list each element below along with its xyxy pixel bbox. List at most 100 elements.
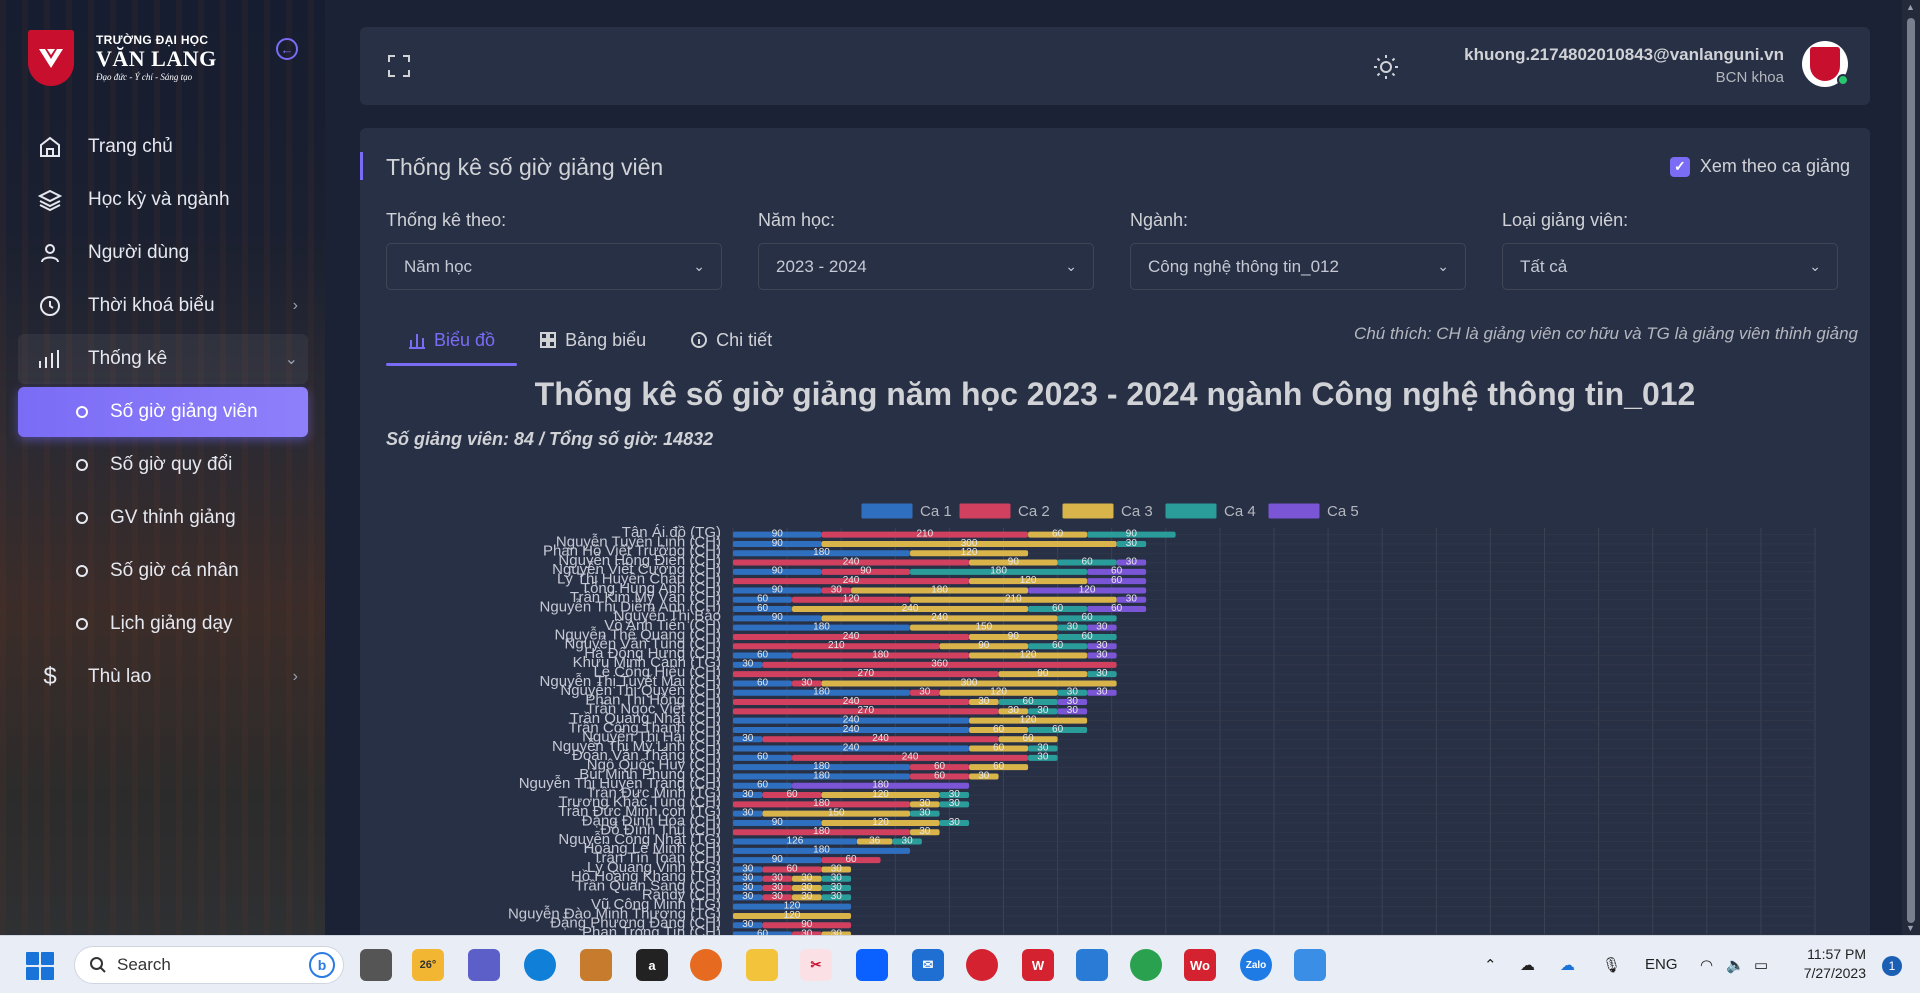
sidebar-item-remuneration[interactable]: $ Thù lao › [18, 652, 308, 702]
zalo-icon[interactable]: Zalo [1240, 949, 1272, 981]
circle-icon [76, 512, 88, 524]
chrome-icon[interactable] [1130, 949, 1162, 981]
bar-value-label: 240 [931, 612, 948, 623]
school-year-select[interactable]: 2023 - 2024 ⌄ [758, 243, 1094, 290]
sidebar-subitem-lecturer-hours[interactable]: Số giờ giảng viên [18, 387, 308, 437]
bar-value-label: 180 [931, 584, 948, 595]
cloud-icon[interactable]: ☁ [1520, 956, 1535, 974]
sidebar-item-home[interactable]: Trang chủ [18, 122, 308, 172]
bar-value-label: 120 [990, 687, 1007, 698]
tab-details[interactable]: Chi tiết [668, 318, 794, 362]
bar-value-label: 60 [1052, 529, 1064, 540]
snipping-icon[interactable] [580, 949, 612, 981]
amazon-icon[interactable]: a [636, 949, 668, 981]
dropbox-icon[interactable] [856, 949, 888, 981]
bar-value-label: 60 [845, 854, 857, 865]
user-email[interactable]: khuong.2174802010843@vanlanguni.vn [1464, 45, 1784, 65]
filter-label: Loại giảng viên: [1502, 210, 1629, 230]
bar-value-label: 60 [993, 724, 1005, 735]
wps-icon[interactable]: W [1022, 949, 1054, 981]
view-by-shift-toggle[interactable]: ✓ Xem theo ca giảng [1669, 156, 1850, 177]
snip-sketch-icon[interactable]: ✂ [800, 949, 832, 981]
bar-value-label: 240 [843, 742, 860, 753]
sun-icon[interactable] [1372, 53, 1400, 81]
sidebar-subitem-visiting-lecturers[interactable]: GV thỉnh giảng [18, 493, 308, 543]
bar-value-label: 30 [801, 891, 813, 902]
sidebar-item-label: Thống kê [88, 348, 168, 369]
vscode-icon[interactable] [1076, 949, 1108, 981]
major-select[interactable]: Công nghệ thông tin_012 ⌄ [1130, 243, 1466, 290]
university-logo-icon [1810, 47, 1840, 81]
grid-icon [540, 332, 557, 348]
bar-value-label: 210 [828, 640, 845, 651]
clock[interactable]: 11:57 PM 7/27/2023 [1804, 945, 1866, 983]
checkbox-checked-icon[interactable]: ✓ [1669, 156, 1690, 177]
user-role: BCN khoa [1715, 69, 1784, 86]
avatar[interactable] [1802, 41, 1849, 87]
wifi-icon[interactable]: ◠ [1700, 956, 1713, 974]
lecturer-type-select[interactable]: Tất cả ⌄ [1502, 243, 1838, 290]
mail-icon[interactable]: ✉ [912, 949, 944, 981]
bar-value-label: 60 [757, 780, 769, 791]
fullscreen-icon[interactable] [386, 53, 412, 79]
tab-table[interactable]: Bảng biểu [517, 318, 668, 362]
sidebar-subitem-teaching-schedule[interactable]: Lịch giảng dạy [18, 599, 308, 649]
bar-value-label: 150 [828, 808, 845, 819]
bar-value-label: 30 [949, 798, 961, 809]
bar-value-label: 120 [1020, 575, 1037, 586]
bar-value-label: 180 [813, 687, 830, 698]
sidebar-item-semester[interactable]: Học kỳ và ngành [18, 175, 308, 225]
date: 7/27/2023 [1803, 965, 1866, 981]
foxit-icon[interactable] [966, 949, 998, 981]
bar-value-label: 60 [757, 649, 769, 660]
bar-value-label: 240 [843, 631, 860, 642]
firefox-icon[interactable] [690, 949, 722, 981]
chevron-up-icon[interactable]: ⌃ [1484, 956, 1497, 974]
logo[interactable]: TRƯỜNG ĐẠI HỌC VĂN LANG Đạo đức - Ý chí … [28, 30, 217, 86]
sidebar-item-label: Thù lao [88, 666, 152, 687]
notification-badge[interactable]: 1 [1882, 956, 1902, 976]
sidebar-subitem-personal-hours[interactable]: Số giờ cá nhân [18, 546, 308, 596]
volume-icon[interactable]: 🔈 [1726, 956, 1745, 974]
bar-value-label: 150 [975, 622, 992, 633]
sidebar-item-timetable[interactable]: Thời khoá biểu › [18, 281, 308, 331]
photos-icon[interactable] [1294, 949, 1326, 981]
bing-icon[interactable]: b [309, 952, 335, 978]
bar-value-label: 30 [902, 835, 914, 846]
language-indicator[interactable]: ENG [1645, 956, 1678, 973]
scrollbar-thumb[interactable] [1907, 18, 1915, 923]
tab-label: Chi tiết [716, 329, 773, 350]
scroll-down-icon[interactable]: ▼ [1906, 923, 1915, 933]
task-view-icon[interactable] [360, 949, 392, 981]
edge-icon[interactable] [524, 949, 556, 981]
windows-taskbar: Search b 26° a ✂ ✉ W Wo Zalo ⌃ ☁ ☁ 🎙 ENG… [0, 935, 1920, 993]
onedrive-icon[interactable]: ☁ [1560, 956, 1575, 974]
collapse-sidebar-icon[interactable]: ← [276, 38, 298, 60]
weather-icon[interactable]: 26° [412, 949, 444, 981]
wo-icon[interactable]: Wo [1184, 949, 1216, 981]
microphone-icon[interactable]: 🎙 [1602, 956, 1621, 974]
tab-chart[interactable]: Biểu đồ [386, 318, 518, 366]
filter-statistic-by: Thống kê theo: Năm học ⌄ [386, 210, 722, 290]
bar-value-label: 30 [742, 808, 754, 819]
bar-value-label: 60 [1111, 575, 1123, 586]
bar-value-label: 30 [1067, 622, 1079, 633]
legend-note: Chú thích: CH là giảng viên cơ hữu và TG… [1354, 324, 1858, 343]
statistic-by-select[interactable]: Năm học ⌄ [386, 243, 722, 290]
legend-label: Ca 2 [1018, 503, 1050, 520]
scroll-up-icon[interactable]: ▲ [1906, 2, 1915, 12]
sidebar-item-users[interactable]: Người dùng [18, 228, 308, 278]
taskbar-search[interactable]: Search b [74, 946, 344, 984]
windows-start-icon[interactable] [26, 952, 54, 980]
chevron-down-icon: ⌄ [284, 351, 298, 368]
file-explorer-icon[interactable] [746, 949, 778, 981]
chat-icon[interactable] [468, 949, 500, 981]
time: 11:57 PM [1807, 946, 1866, 962]
bar-value-label: 60 [1052, 603, 1064, 614]
bar-value-label: 60 [993, 761, 1005, 772]
sidebar-item-statistics[interactable]: Thống kê ⌄ [18, 334, 308, 384]
sidebar-subitem-converted-hours[interactable]: Số giờ quy đổi [18, 440, 308, 490]
select-value: 2023 - 2024 [776, 256, 867, 276]
battery-icon[interactable]: ▭ [1754, 956, 1768, 974]
page-scrollbar[interactable]: ▲ ▼ [1902, 0, 1920, 935]
